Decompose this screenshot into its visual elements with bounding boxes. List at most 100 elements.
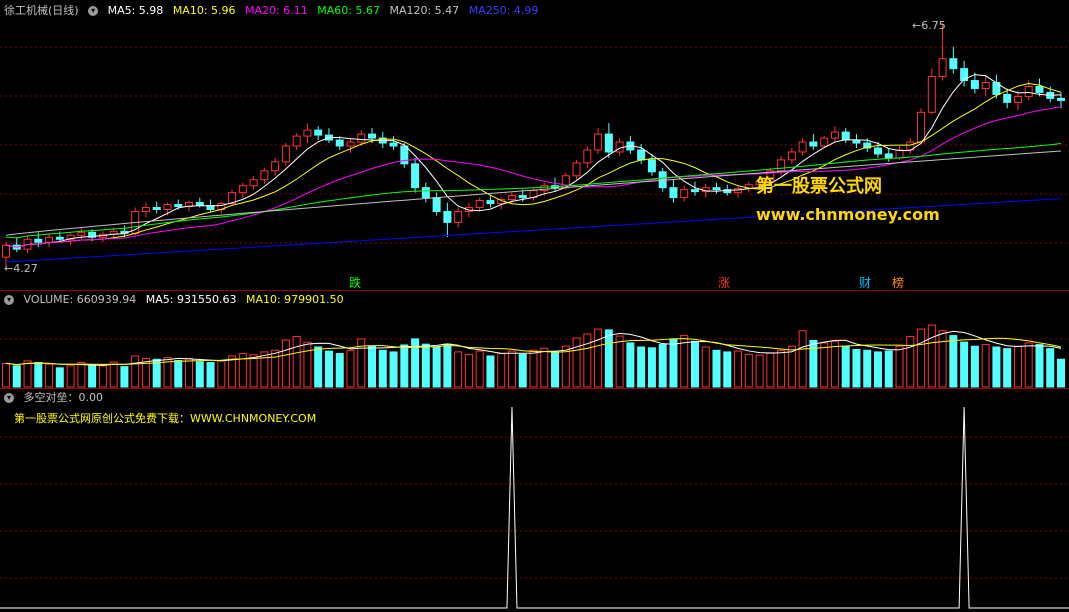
volume-chart-pane[interactable]: ▾ VOLUME: 660939.94 MA5: 931550.63 MA10:… — [0, 290, 1069, 389]
volume-bar — [98, 365, 107, 388]
volume-bar — [551, 351, 560, 388]
volume-bar — [798, 330, 807, 388]
volume-bar — [841, 345, 850, 388]
event-tag-fall[interactable]: 跌 — [349, 274, 361, 290]
volume-bar — [906, 335, 915, 388]
volume-bar — [970, 345, 979, 388]
price-chart-pane[interactable]: 徐工机械(日线) ▾ MA5: 5.98 MA10: 5.96 MA20: 6.… — [0, 0, 1069, 290]
candle-body — [163, 204, 172, 210]
ma5-label: MA5: 5.98 — [107, 4, 164, 17]
volume-bar — [324, 350, 333, 388]
volume-bar — [594, 328, 603, 388]
volume-bar — [45, 363, 54, 388]
candle-body — [1035, 85, 1044, 93]
volume-bar — [303, 341, 312, 388]
candle-body — [421, 187, 430, 199]
candle-body — [55, 236, 64, 240]
candle-body — [583, 149, 592, 164]
volume-ma10-label: MA10: 979901.50 — [245, 293, 344, 306]
volume-bar — [454, 351, 463, 388]
candle-body — [443, 210, 452, 223]
candle-body — [884, 153, 893, 159]
ma250-label: MA250: 4.99 — [468, 4, 539, 17]
stock-title: 徐工机械(日线) — [4, 4, 79, 17]
candle-body — [507, 195, 516, 201]
volume-bar — [723, 351, 732, 388]
volume-bar — [583, 333, 592, 388]
volume-bar — [1013, 345, 1022, 388]
volume-bar — [1046, 348, 1055, 388]
volume-bar — [281, 339, 290, 388]
volume-bar — [141, 357, 150, 388]
high-price-value: 6.75 — [921, 19, 946, 32]
volume-bar — [615, 335, 624, 388]
candle-body — [357, 133, 366, 143]
candle-body — [34, 238, 43, 243]
volume-bar — [432, 346, 441, 388]
volume-bar — [572, 337, 581, 388]
candle-body — [1013, 95, 1022, 103]
volume-bar — [314, 346, 323, 388]
candle-body — [454, 210, 463, 223]
volume-bar — [927, 324, 936, 388]
high-price-mark: ←6.75 — [912, 19, 946, 32]
candle-body — [77, 231, 86, 236]
event-tag-finance[interactable]: 财 — [859, 274, 871, 290]
candle-body — [271, 161, 280, 172]
volume-bar — [734, 350, 743, 388]
volume-bar — [443, 343, 452, 388]
event-tag-rise[interactable]: 涨 — [718, 274, 730, 290]
volume-bar — [497, 353, 506, 388]
low-price-mark: ←4.27 — [4, 262, 38, 275]
candle-body — [174, 204, 183, 208]
candle-body — [830, 131, 839, 139]
event-tag-rank[interactable]: 榜 — [892, 274, 904, 290]
volume-bar — [820, 342, 829, 388]
candle-body — [368, 133, 377, 139]
candle-body — [281, 145, 290, 163]
volume-bar — [206, 362, 215, 388]
candle-body — [841, 131, 850, 141]
indicator-chart-pane[interactable]: ▾ 多空对垒：0.00 第一股票公式网原创公式免费下载：WWW.CHNMONEY… — [0, 388, 1069, 612]
chevron-down-icon[interactable]: ▾ — [4, 295, 14, 305]
candle-body — [195, 202, 204, 207]
ma10-label: MA10: 5.96 — [172, 4, 236, 17]
candle-body — [604, 133, 613, 153]
candle-body — [303, 129, 312, 137]
low-price-value: 4.27 — [13, 262, 38, 275]
volume-bar — [938, 330, 947, 388]
volume-bar — [529, 349, 538, 388]
volume-bar — [464, 353, 473, 388]
volume-bar — [217, 360, 226, 388]
watermark-url: www.chnmoney.com — [756, 205, 940, 224]
candle-body — [615, 141, 624, 153]
candle-body — [981, 82, 990, 89]
candle-body — [637, 149, 646, 161]
volume-bar — [852, 348, 861, 388]
volume-bar — [712, 349, 721, 388]
candle-body — [927, 76, 936, 113]
volume-bar — [77, 362, 86, 388]
indicator-note: 第一股票公式网原创公式免费下载：WWW.CHNMONEY.COM — [14, 412, 317, 425]
volume-label: VOLUME: 660939.94 — [23, 293, 137, 306]
volume-bar — [1003, 348, 1012, 388]
candle-body — [809, 141, 818, 147]
volume-bar — [335, 353, 344, 388]
volume-bar — [368, 345, 377, 388]
candle-body — [346, 141, 355, 147]
ma60-label: MA60: 5.67 — [317, 4, 380, 17]
volume-bar — [744, 353, 753, 388]
volume-bar — [701, 346, 710, 388]
candlestick-chart[interactable] — [0, 0, 1069, 290]
volume-bar — [400, 344, 409, 388]
volume-bar — [626, 342, 635, 388]
volume-bar — [895, 345, 904, 388]
volume-bar — [34, 362, 43, 388]
candle-body — [777, 159, 786, 172]
volume-bar — [249, 354, 258, 388]
chevron-down-icon[interactable]: ▾ — [4, 393, 14, 403]
chevron-down-icon[interactable]: ▾ — [88, 6, 99, 16]
volume-bar — [507, 350, 516, 388]
candle-body — [647, 159, 656, 173]
volume-bar — [66, 365, 75, 388]
